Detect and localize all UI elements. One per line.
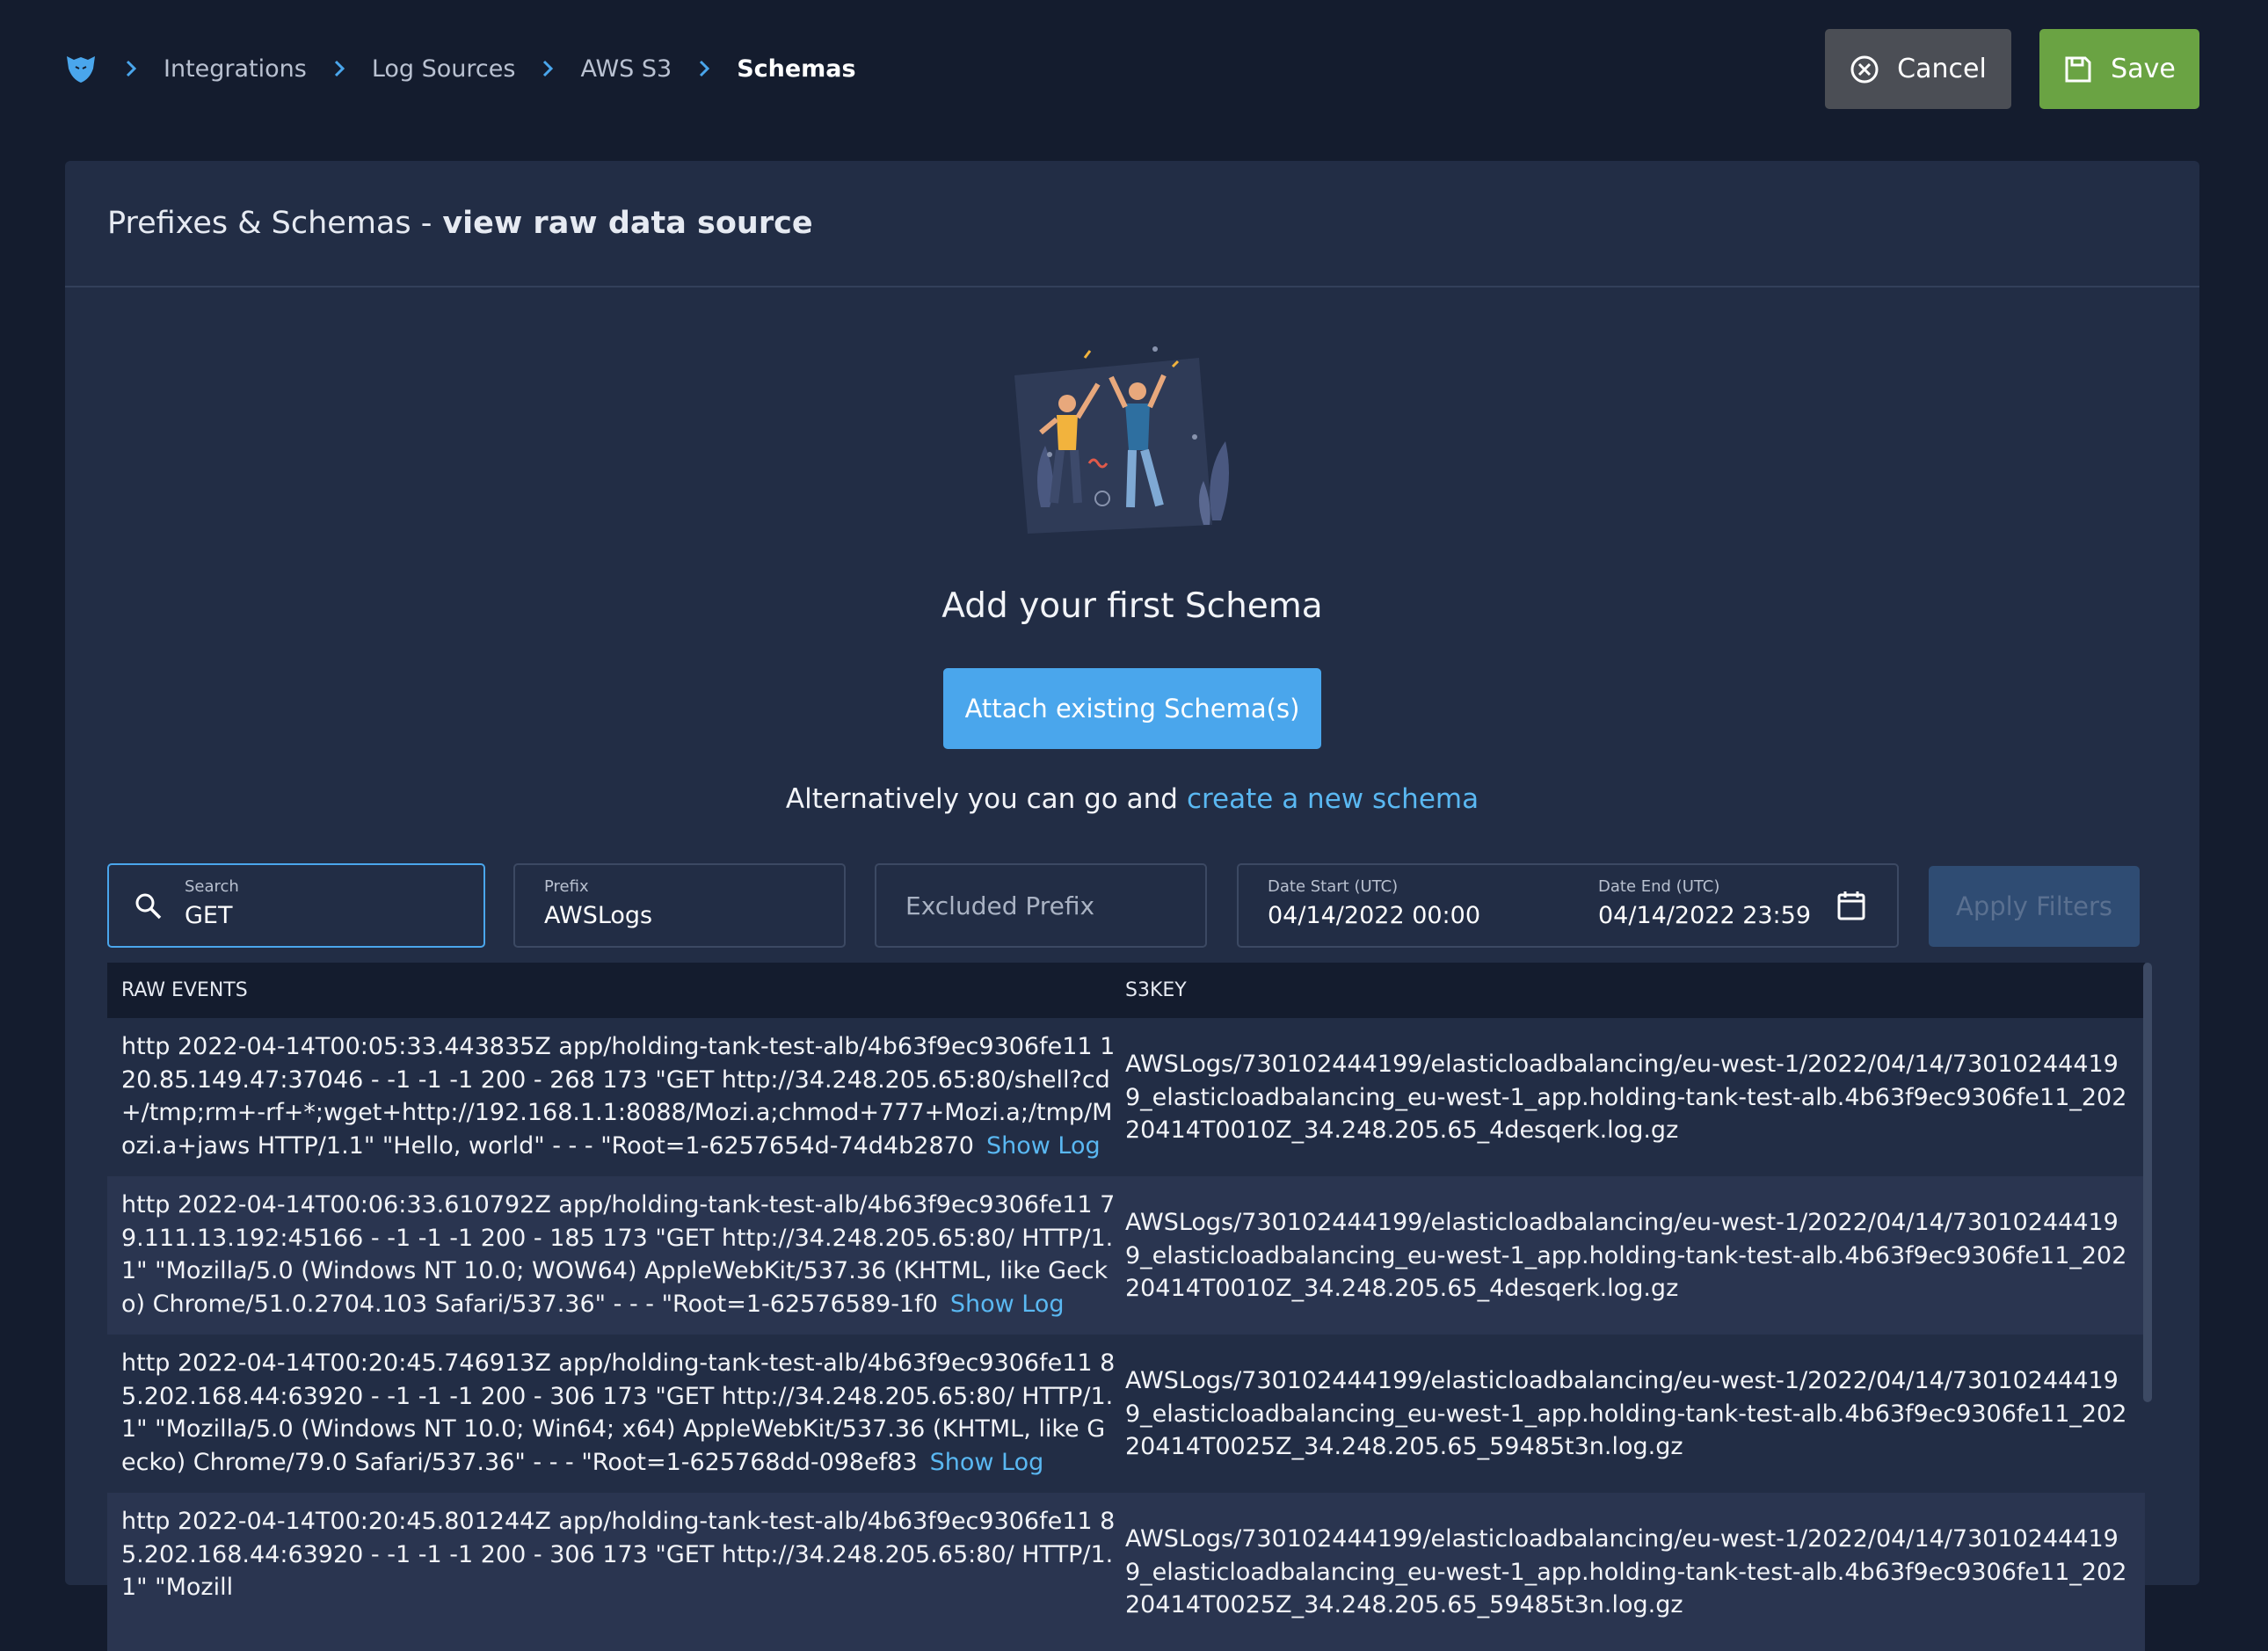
- chevron-right-icon: [333, 59, 345, 78]
- breadcrumb-log-sources[interactable]: Log Sources: [372, 55, 516, 83]
- calendar-icon[interactable]: [1836, 890, 1866, 925]
- chevron-right-icon: [542, 59, 554, 78]
- prefix-input[interactable]: AWSLogs: [544, 902, 652, 929]
- show-log-link[interactable]: Show Log: [950, 1291, 1065, 1318]
- save-button[interactable]: Save: [2039, 29, 2199, 109]
- show-log-link[interactable]: Show Log: [986, 1132, 1101, 1160]
- table-header: RAW EVENTS S3KEY: [107, 963, 2145, 1018]
- raw-events-table: RAW EVENTS S3KEY http 2022-04-14T00:05:3…: [107, 963, 2145, 1651]
- s3key-cell: AWSLogs/730102444199/elasticloadbalancin…: [1125, 1367, 2127, 1460]
- raw-event-cell: http 2022-04-14T00:20:45.746913Z app/hol…: [107, 1335, 1125, 1493]
- column-raw-events: RAW EVENTS: [121, 979, 248, 1001]
- table-row: http 2022-04-14T00:20:45.801244Z app/hol…: [107, 1493, 2145, 1651]
- top-bar: Integrations Log Sources AWS S3 Schemas …: [0, 0, 2268, 141]
- celebration-illustration: [979, 323, 1243, 551]
- column-s3key: S3KEY: [1125, 979, 1187, 1001]
- panel-header: Prefixes & Schemas - view raw data sourc…: [65, 161, 2199, 287]
- search-label: Search: [185, 877, 239, 896]
- cancel-circle-icon: [1850, 55, 1879, 84]
- s3key-cell: AWSLogs/730102444199/elasticloadbalancin…: [1125, 1051, 2127, 1144]
- excluded-prefix-field[interactable]: Excluded Prefix: [875, 863, 1207, 948]
- raw-event-cell: http 2022-04-14T00:06:33.610792Z app/hol…: [107, 1176, 1125, 1335]
- schemas-panel: Prefixes & Schemas - view raw data sourc…: [65, 161, 2199, 1651]
- chevron-right-icon: [698, 59, 710, 78]
- excluded-prefix-input[interactable]: Excluded Prefix: [905, 891, 1094, 920]
- save-disk-icon: [2063, 55, 2093, 84]
- search-icon: [134, 891, 164, 925]
- prefix-field[interactable]: Prefix AWSLogs: [513, 863, 846, 948]
- raw-event-cell: http 2022-04-14T00:20:45.801244Z app/hol…: [107, 1493, 1125, 1651]
- logo-icon[interactable]: [63, 51, 98, 86]
- panel-title-strong: view raw data source: [442, 206, 813, 241]
- show-log-link[interactable]: Show Log: [930, 1449, 1044, 1476]
- panel-title-prefix: Prefixes & Schemas -: [107, 206, 433, 241]
- save-label: Save: [2111, 54, 2176, 84]
- search-field[interactable]: Search GET: [107, 863, 485, 948]
- cancel-button[interactable]: Cancel: [1825, 29, 2011, 109]
- empty-state-title: Add your first Schema: [941, 586, 1323, 626]
- date-start-label: Date Start (UTC): [1268, 877, 1399, 896]
- s3key-cell: AWSLogs/730102444199/elasticloadbalancin…: [1125, 1209, 2127, 1302]
- breadcrumb-aws-s3[interactable]: AWS S3: [580, 55, 672, 83]
- alternative-line: Alternatively you can go and create a new…: [65, 783, 2199, 815]
- apply-filters-button[interactable]: Apply Filters: [1929, 866, 2140, 947]
- breadcrumb-integrations[interactable]: Integrations: [164, 55, 307, 83]
- create-schema-link[interactable]: create a new schema: [1187, 783, 1479, 815]
- table-scrollbar[interactable]: [2143, 963, 2152, 1402]
- date-end-input[interactable]: 04/14/2022 23:59: [1598, 902, 1811, 929]
- date-start-input[interactable]: 04/14/2022 00:00: [1268, 902, 1480, 929]
- table-row: http 2022-04-14T00:05:33.443835Z app/hol…: [107, 1018, 2145, 1176]
- date-end-label: Date End (UTC): [1598, 877, 1720, 896]
- cancel-label: Cancel: [1897, 54, 1987, 84]
- raw-event-text: http 2022-04-14T00:05:33.443835Z app/hol…: [121, 1033, 1116, 1160]
- attach-schema-button[interactable]: Attach existing Schema(s): [943, 668, 1321, 749]
- alternative-text: Alternatively you can go and: [785, 783, 1178, 815]
- breadcrumb: Integrations Log Sources AWS S3 Schemas: [63, 49, 856, 88]
- chevron-right-icon: [125, 59, 137, 78]
- s3key-cell: AWSLogs/730102444199/elasticloadbalancin…: [1125, 1525, 2127, 1618]
- raw-event-cell: http 2022-04-14T00:05:33.443835Z app/hol…: [107, 1018, 1125, 1176]
- prefix-label: Prefix: [544, 877, 589, 896]
- table-row: http 2022-04-14T00:06:33.610792Z app/hol…: [107, 1176, 2145, 1335]
- date-range-field[interactable]: Date Start (UTC) 04/14/2022 00:00 Date E…: [1237, 863, 1899, 948]
- raw-event-text: http 2022-04-14T00:20:45.801244Z app/hol…: [121, 1508, 1116, 1601]
- breadcrumb-schemas: Schemas: [737, 55, 856, 83]
- table-row: http 2022-04-14T00:20:45.746913Z app/hol…: [107, 1335, 2145, 1493]
- search-input[interactable]: GET: [185, 902, 232, 929]
